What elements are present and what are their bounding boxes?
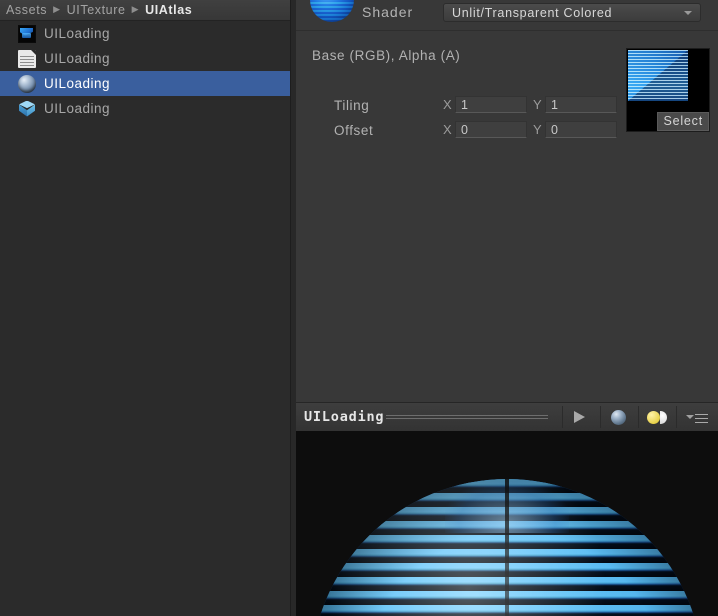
document-icon [18,49,36,68]
breadcrumb-item-assets[interactable]: Assets [6,3,47,17]
sphere-icon [611,410,626,425]
offset-y-input[interactable]: 0 [545,121,617,138]
tiling-y-input[interactable]: 1 [545,96,617,113]
unity-editor-window: Assets ▶ UITexture ▶ UIAtlas UILoading U… [0,0,718,616]
offset-y-axis-label: Y [533,122,542,137]
texture-thumbnail-image [628,50,688,101]
toolbar-separator [562,406,563,428]
breadcrumb-separator-icon: ▶ [131,3,140,14]
tiling-x-axis-label: X [443,97,452,112]
breadcrumb-item-uiatlas[interactable]: UIAtlas [145,3,192,17]
inspector-divider [296,30,718,31]
preview-title: UILoading [304,409,385,425]
preview-play-button[interactable] [568,407,594,427]
breadcrumb-item-uitexture[interactable]: UITexture [67,3,126,17]
preview-shape-button[interactable] [606,407,632,427]
project-browser-panel: Assets ▶ UITexture ▶ UIAtlas UILoading U… [0,0,291,616]
shader-label: Shader [362,4,414,20]
tiling-y-axis-label: Y [533,97,542,112]
chevron-down-icon [684,10,692,15]
offset-x-input[interactable]: 0 [455,121,527,138]
texture-icon [18,24,36,43]
select-button[interactable]: Select [657,112,709,131]
shader-dropdown-value: Unlit/Transparent Colored [452,5,613,20]
texture-property-title: Base (RGB), Alpha (A) [312,48,461,63]
list-item-label: UILoading [44,76,111,91]
breadcrumb-separator-icon: ▶ [53,3,61,14]
texture-thumbnail[interactable]: Select [626,48,710,132]
options-menu-icon [686,413,708,423]
toolbar-separator [676,406,677,428]
list-item[interactable]: UILoading [0,96,290,121]
list-item[interactable]: UILoading [0,46,290,71]
preview-sphere [311,479,703,616]
shader-row: Shader Unlit/Transparent Colored [296,0,718,29]
list-item-label: UILoading [44,51,111,66]
breadcrumb: Assets ▶ UITexture ▶ UIAtlas [0,0,290,21]
tiling-label: Tiling [334,98,370,113]
material-sphere-icon [18,74,36,93]
list-item-label: UILoading [44,101,111,116]
offset-label: Offset [334,123,374,138]
list-item[interactable]: UILoading [0,21,290,46]
lighting-toggle-icon [647,411,667,424]
offset-x-axis-label: X [443,122,452,137]
asset-list: UILoading UILoading UILoading UILoading [0,21,290,616]
texture-property-section: Base (RGB), Alpha (A) Tiling X 1 Y 1 Off… [296,34,718,152]
preview-drag-handle[interactable] [386,415,548,420]
tiling-x-input[interactable]: 1 [455,96,527,113]
play-icon [574,411,585,423]
inspector-panel: Shader Unlit/Transparent Colored Base (R… [296,0,718,616]
toolbar-separator [638,406,639,428]
toolbar-separator [600,406,601,428]
preview-lighting-toggle[interactable] [644,407,670,427]
prefab-cube-icon [18,100,36,118]
material-preview-viewport[interactable] [296,431,718,616]
shader-dropdown[interactable]: Unlit/Transparent Colored [443,3,701,22]
preview-toolbar: UILoading [296,402,718,432]
list-item-selected[interactable]: UILoading [0,71,290,96]
preview-options-menu-button[interactable] [682,407,708,427]
material-preview-icon [306,0,358,26]
list-item-label: UILoading [44,26,111,41]
